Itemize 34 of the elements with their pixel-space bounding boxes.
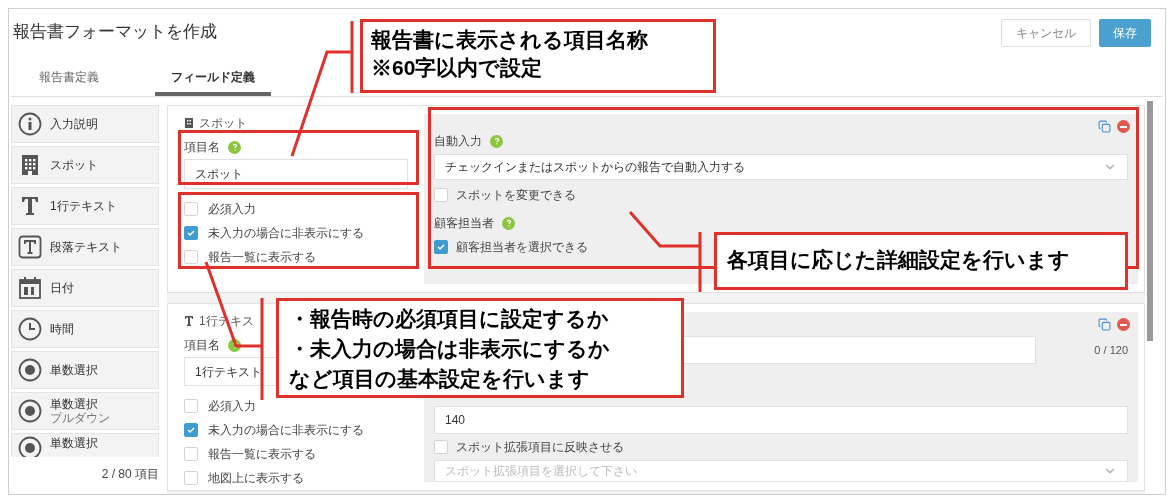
checkbox-label: 未入力の場合に非表示にする <box>208 422 364 439</box>
field-label: 項目名 <box>184 337 220 354</box>
checkbox-label: 地図上に表示する <box>208 470 304 487</box>
field-label: 項目名 <box>184 139 220 156</box>
field-label: 自動入力 <box>434 133 482 150</box>
palette-item-label: スポット <box>50 158 98 172</box>
checkbox-label: 報告一覧に表示する <box>208 446 316 463</box>
checkbox-label: スポット拡張項目に反映させる <box>456 439 624 457</box>
palette-item-label: 単数選択 <box>50 397 99 411</box>
field-value: 140 <box>445 412 466 429</box>
checkbox-label: 必須入力 <box>208 398 256 415</box>
page-title: 報告書フォーマットを作成 <box>13 21 217 43</box>
palette-item-label: 入力説明 <box>50 117 98 131</box>
palette-item-sublabel: プルダウン <box>50 411 110 425</box>
callout-text: 各項目に応じた詳細設定を行います <box>727 247 1071 273</box>
checkbox-label: スポットを変更できる <box>456 187 576 204</box>
field-type-label: スポット <box>199 115 247 132</box>
field-value: 1行テキスト <box>195 363 262 381</box>
checkbox-label: 未入力の場合に非表示にする <box>208 225 364 242</box>
palette-item-label: 単数選択 <box>50 436 98 450</box>
checkbox-label: 報告一覧に表示する <box>208 249 316 266</box>
select-value: チェックインまたはスポットからの報告で自動入力する <box>445 159 745 176</box>
checkbox-label: 顧客担当者を選択できる <box>456 239 588 256</box>
item-count: 2 / 80 項目 <box>100 466 159 483</box>
palette-item-label: 1行テキスト <box>50 199 117 213</box>
palette-item-label: 時間 <box>50 322 74 336</box>
checkbox-label: 必須入力 <box>208 201 256 218</box>
palette-item-label: 日付 <box>50 281 74 295</box>
palette-item-label: 単数選択 <box>50 363 98 377</box>
callout-text: 報告書に表示される項目名称 ※60字以内で設定 <box>371 27 649 81</box>
field-value: スポット <box>195 166 243 183</box>
palette-item-label: 段落テキスト <box>50 240 122 254</box>
character-counter: 0 / 120 <box>1093 342 1128 358</box>
field-label: 顧客担当者 <box>434 215 494 232</box>
